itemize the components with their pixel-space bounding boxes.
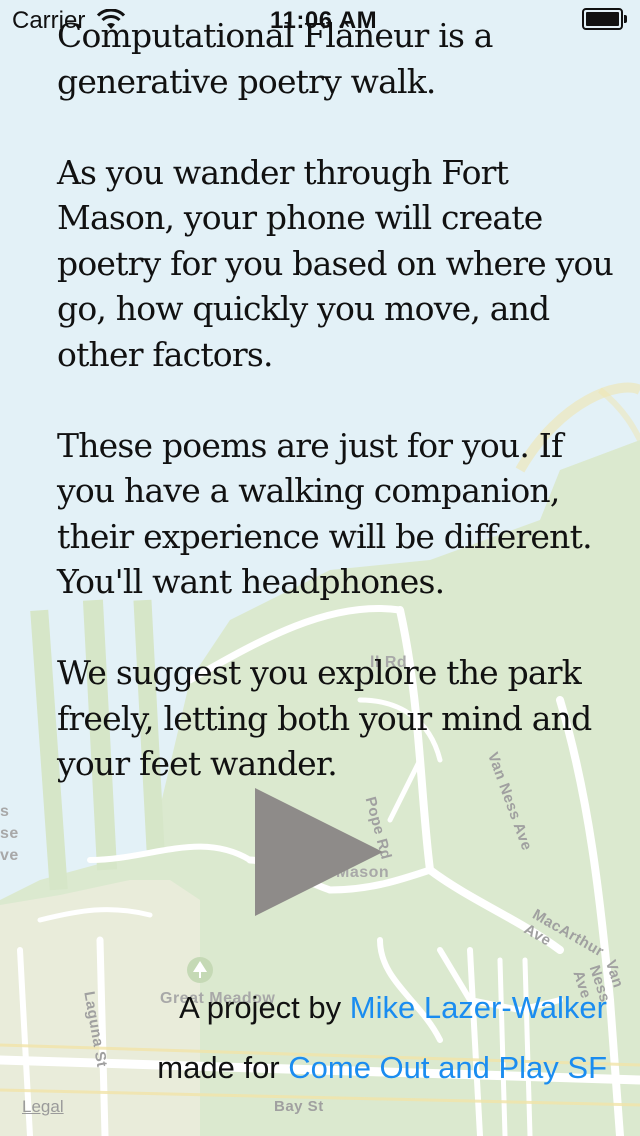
play-button[interactable] — [255, 788, 385, 916]
credits-line-author: A project by Mike Lazer-Walker — [179, 990, 607, 1026]
intro-paragraph: We suggest you explore the park freely, … — [57, 653, 592, 783]
legal-link[interactable]: Legal — [22, 1097, 64, 1117]
carrier-label: Carrier — [12, 7, 86, 34]
credits-prefix: made for — [157, 1050, 289, 1085]
credits-line-event: made for Come Out and Play SF — [157, 1050, 607, 1086]
event-link[interactable]: Come Out and Play SF — [288, 1050, 607, 1085]
intro-text: Computational Flâneur is a generative po… — [57, 13, 617, 787]
intro-paragraph: As you wander through Fort Mason, your p… — [57, 152, 614, 374]
status-bar: Carrier 11:06 AM — [0, 0, 640, 40]
credits-prefix: A project by — [179, 990, 350, 1025]
play-icon — [255, 788, 383, 916]
intro-paragraph: These poems are just for you. If you hav… — [57, 425, 593, 602]
map-label-fragment: ve — [0, 847, 19, 864]
map-label-fragment: se — [0, 825, 19, 842]
map-label-fragment: s — [0, 803, 10, 820]
battery-icon — [582, 8, 628, 30]
status-time: 11:06 AM — [270, 7, 378, 34]
map-label-bay-st: Bay St — [274, 1098, 324, 1115]
author-link[interactable]: Mike Lazer-Walker — [350, 990, 607, 1025]
wifi-icon — [96, 9, 126, 29]
